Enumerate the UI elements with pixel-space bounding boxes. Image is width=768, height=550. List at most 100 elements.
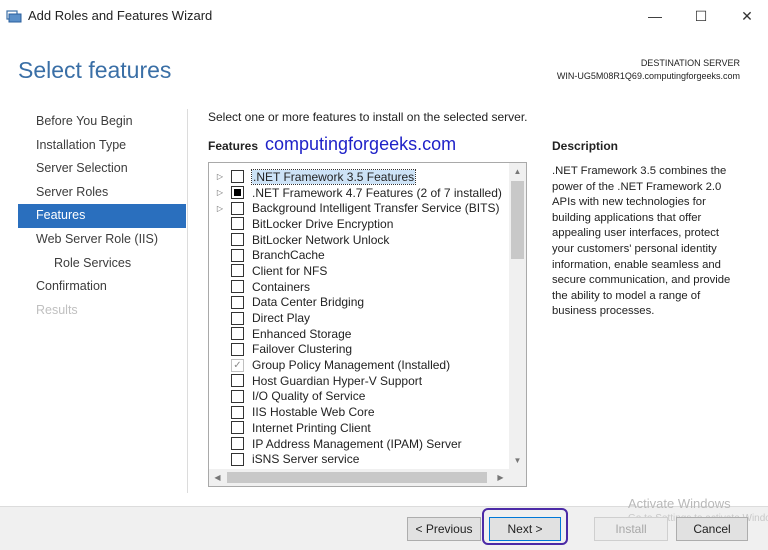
- features-list[interactable]: ▷ .NET Framework 3.5 Features ▷ .NET Framew…: [208, 162, 527, 487]
- site-watermark: computingforgeeks.com: [265, 134, 457, 154]
- page-title: Select features: [18, 57, 172, 83]
- server-manager-icon: [6, 10, 22, 23]
- feature-label: IP Address Management (IPAM) Server: [252, 436, 462, 451]
- feature-row[interactable]: ▷Enhanced Storage: [209, 326, 509, 342]
- previous-button[interactable]: < Previous: [407, 517, 481, 541]
- feature-label: I/O Quality of Service: [252, 389, 366, 404]
- feature-checkbox[interactable]: [231, 170, 244, 184]
- features-heading: Features: [208, 139, 259, 153]
- feature-checkbox[interactable]: [231, 217, 244, 231]
- feature-label: Background Intelligent Transfer Service …: [252, 201, 500, 216]
- feature-row[interactable]: ▷Client for NFS: [209, 263, 509, 279]
- feature-label: Failover Clustering: [252, 342, 353, 357]
- feature-checkbox[interactable]: [231, 280, 244, 294]
- feature-row[interactable]: ▷Failover Clustering: [209, 342, 509, 358]
- feature-row[interactable]: ▷Containers: [209, 279, 509, 295]
- feature-label: IIS Hostable Web Core: [252, 405, 375, 420]
- feature-checkbox[interactable]: [231, 405, 244, 419]
- next-button-highlight: [482, 508, 568, 545]
- scroll-right-icon[interactable]: ▶: [492, 469, 509, 486]
- destination-label: DESTINATION SERVER: [640, 58, 740, 68]
- destination-server: DESTINATION SERVER WIN-UG5M08R1Q69.compu…: [557, 57, 740, 83]
- install-button[interactable]: Install: [594, 517, 668, 541]
- minimize-button[interactable]: —: [632, 0, 678, 32]
- nav-item[interactable]: Role Services: [18, 252, 186, 276]
- nav-item: Results: [36, 302, 78, 317]
- feature-row[interactable]: ▷ .NET Framework 3.5 Features: [209, 168, 509, 185]
- nav-item[interactable]: Confirmation: [18, 275, 186, 299]
- close-icon: ✕: [741, 7, 753, 24]
- feature-label: Enhanced Storage: [252, 326, 352, 341]
- feature-label: Client for NFS: [252, 263, 328, 278]
- feature-row[interactable]: ▷Data Center Bridging: [209, 295, 509, 311]
- maximize-button[interactable]: ☐: [678, 0, 724, 32]
- feature-label: Host Guardian Hyper-V Support: [252, 373, 423, 388]
- feature-row[interactable]: ▷✓Group Policy Management (Installed): [209, 357, 509, 373]
- feature-checkbox[interactable]: [231, 295, 244, 309]
- horizontal-scrollbar[interactable]: ◀ ▶: [209, 469, 526, 486]
- feature-checkbox[interactable]: [231, 248, 244, 262]
- feature-row[interactable]: ▷ Background Intelligent Transfer Service…: [209, 200, 509, 216]
- scroll-up-icon[interactable]: ▲: [509, 163, 526, 180]
- description-heading: Description: [552, 139, 619, 153]
- close-button[interactable]: ✕: [724, 0, 768, 32]
- nav-divider: [187, 109, 188, 493]
- feature-checkbox[interactable]: [231, 342, 244, 356]
- feature-checkbox[interactable]: [231, 201, 244, 215]
- feature-row[interactable]: ▷I/O Quality of Service: [209, 389, 509, 405]
- cancel-button[interactable]: Cancel: [676, 517, 748, 541]
- feature-row[interactable]: ▷BranchCache: [209, 247, 509, 263]
- feature-checkbox: ✓: [231, 358, 244, 372]
- feature-row[interactable]: ▷Direct Play: [209, 310, 509, 326]
- feature-row[interactable]: ▷BitLocker Network Unlock: [209, 232, 509, 248]
- feature-checkbox[interactable]: [231, 311, 244, 325]
- scroll-left-icon[interactable]: ◀: [209, 469, 226, 486]
- expand-arrow-icon[interactable]: ▷: [209, 172, 231, 181]
- vertical-scroll-thumb[interactable]: [511, 181, 524, 259]
- nav-item[interactable]: Features: [18, 204, 186, 228]
- feature-checkbox[interactable]: [231, 264, 244, 278]
- feature-label: .NET Framework 4.7 Features (2 of 7 inst…: [252, 185, 502, 200]
- window-title: Add Roles and Features Wizard: [28, 8, 213, 23]
- instruction-text: Select one or more features to install o…: [208, 110, 528, 124]
- feature-label: BranchCache: [252, 248, 325, 263]
- nav-item[interactable]: Server Roles: [18, 181, 186, 205]
- feature-row[interactable]: ▷iSNS Server service: [209, 451, 509, 467]
- expand-arrow-icon[interactable]: ▷: [209, 188, 231, 197]
- scroll-down-icon[interactable]: ▼: [509, 452, 526, 469]
- feature-checkbox[interactable]: [231, 186, 244, 200]
- feature-row[interactable]: ▷BitLocker Drive Encryption: [209, 216, 509, 232]
- maximize-icon: ☐: [694, 7, 708, 24]
- feature-label: BitLocker Network Unlock: [252, 232, 390, 247]
- wizard-nav: Before You Begin Installation Type Server …: [18, 110, 186, 322]
- nav-item[interactable]: Before You Begin: [18, 110, 186, 134]
- feature-label: .NET Framework 3.5 Features: [250, 168, 417, 185]
- feature-checkbox[interactable]: [231, 437, 244, 451]
- feature-checkbox[interactable]: [231, 233, 244, 247]
- feature-checkbox[interactable]: [231, 389, 244, 403]
- feature-checkbox[interactable]: [231, 374, 244, 388]
- expand-arrow-icon[interactable]: ▷: [209, 204, 231, 213]
- features-rows: ▷ .NET Framework 3.5 Features ▷ .NET Framew…: [209, 168, 509, 467]
- feature-checkbox[interactable]: [231, 327, 244, 341]
- activate-windows-title: Activate Windows: [628, 496, 731, 511]
- feature-row[interactable]: ▷Host Guardian Hyper-V Support: [209, 373, 509, 389]
- nav-item[interactable]: Installation Type: [18, 134, 186, 158]
- feature-label: Group Policy Management (Installed): [252, 358, 451, 373]
- title-bar: Add Roles and Features Wizard — ☐ ✕: [0, 0, 768, 32]
- feature-row[interactable]: ▷IIS Hostable Web Core: [209, 404, 509, 420]
- vertical-scrollbar[interactable]: ▲ ▼: [509, 163, 526, 469]
- nav-item[interactable]: Web Server Role (IIS): [18, 228, 186, 252]
- destination-server-name: WIN-UG5M08R1Q69.computingforgeeks.com: [556, 71, 740, 81]
- nav-item[interactable]: Server Selection: [18, 157, 186, 181]
- feature-label: iSNS Server service: [252, 452, 360, 467]
- feature-checkbox[interactable]: [231, 452, 244, 466]
- feature-checkbox[interactable]: [231, 421, 244, 435]
- horizontal-scroll-thumb[interactable]: [227, 472, 487, 483]
- feature-row[interactable]: ▷Internet Printing Client: [209, 420, 509, 436]
- feature-label: BitLocker Drive Encryption: [252, 216, 394, 231]
- feature-row[interactable]: ▷IP Address Management (IPAM) Server: [209, 436, 509, 452]
- feature-label: Direct Play: [252, 311, 311, 326]
- feature-row[interactable]: ▷ .NET Framework 4.7 Features (2 of 7 ins…: [209, 185, 509, 201]
- minimize-icon: —: [648, 8, 662, 24]
